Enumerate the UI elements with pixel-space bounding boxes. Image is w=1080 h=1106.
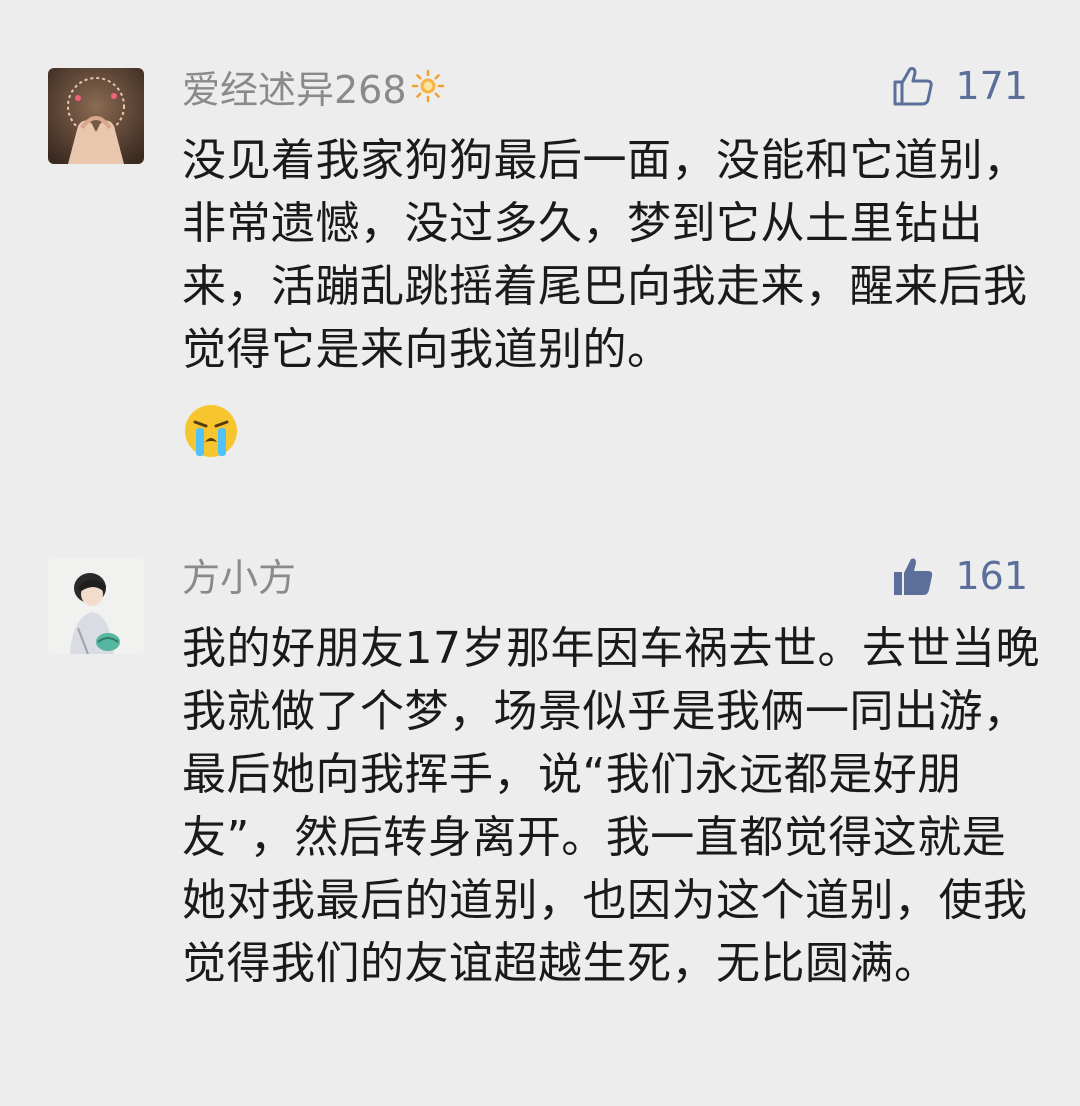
thumb-up-outline-icon [891,64,935,108]
avatar[interactable] [48,68,144,164]
avatar[interactable] [48,558,144,654]
sun-icon [411,66,445,114]
username-text[interactable]: 方小方 [182,556,296,600]
comment-text: 没见着我家狗狗最后一面，没能和它道别，非常遗憾，没过多久，梦到它从土里钻出来，活… [182,135,1028,375]
username[interactable]: 爱经述异268 [182,66,445,117]
like-button[interactable]: 171 [891,62,1028,110]
like-button[interactable]: 161 [891,552,1028,600]
like-count: 171 [955,64,1028,108]
thumb-up-filled-icon [891,554,935,598]
username-text[interactable]: 爱经述异268 [182,68,407,112]
comment-text: 我的好朋友17岁那年因车祸去世。去世当晚我就做了个梦，场景似乎是我俩一同出游，最… [182,623,1040,989]
crying-face-icon [182,402,240,464]
like-count: 161 [955,554,1028,598]
username[interactable]: 方小方 [182,554,296,602]
